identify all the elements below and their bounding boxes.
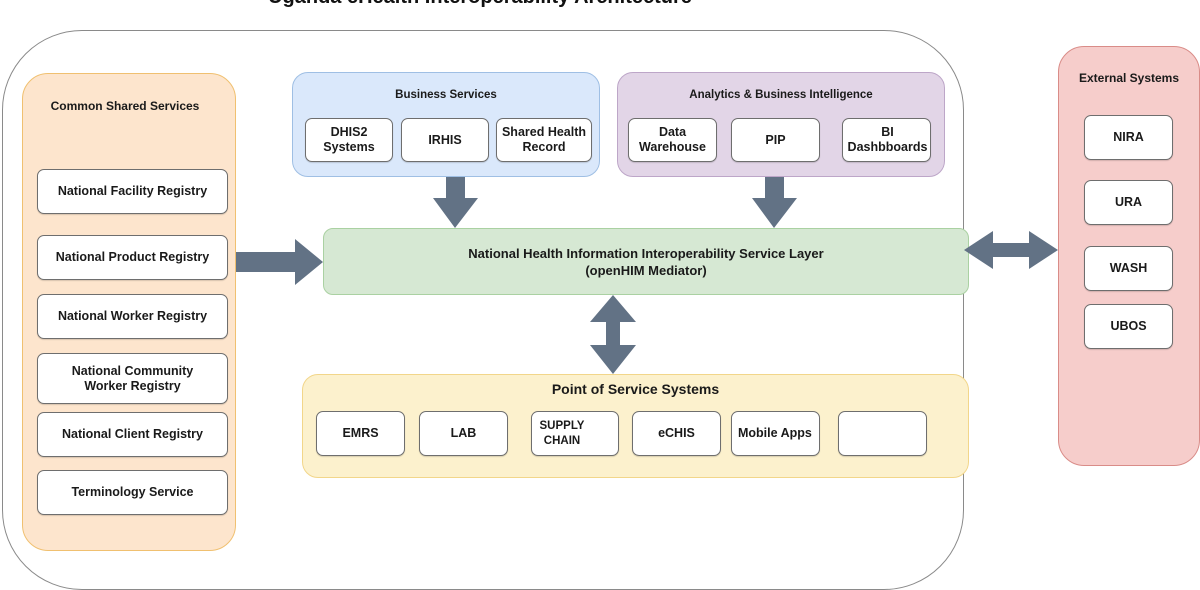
connector-arrows	[236, 177, 1058, 374]
arrow-shared-to-layer	[236, 239, 323, 285]
arrow-layer-pos-bidirectional	[590, 295, 636, 374]
arrow-business-to-layer	[433, 177, 478, 228]
arrow-analytics-to-layer	[752, 177, 797, 228]
arrow-layer-external-bidirectional	[964, 231, 1058, 269]
